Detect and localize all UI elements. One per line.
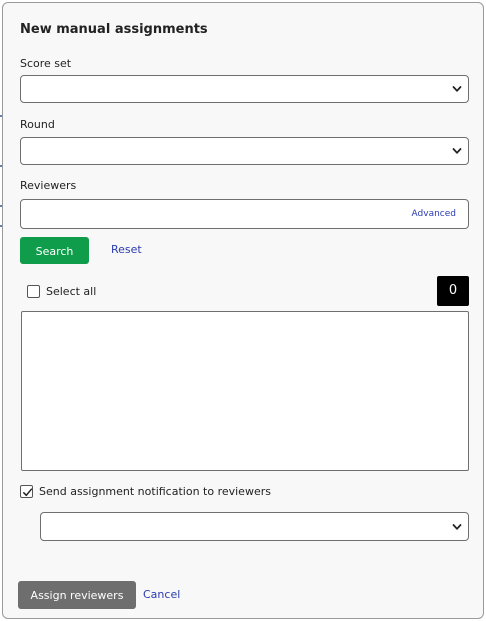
round-label: Round bbox=[20, 118, 55, 131]
send-notification-label: Send assignment notification to reviewer… bbox=[39, 485, 271, 498]
reviewers-input[interactable]: Advanced bbox=[20, 199, 469, 229]
select-all-label: Select all bbox=[46, 285, 97, 298]
manual-assignments-modal: New manual assignments Score set Round R… bbox=[2, 2, 484, 619]
score-set-select[interactable] bbox=[20, 75, 469, 103]
cancel-link[interactable]: Cancel bbox=[143, 588, 180, 602]
reviewer-list[interactable] bbox=[21, 311, 469, 471]
search-button[interactable]: Search bbox=[20, 237, 89, 264]
reset-link[interactable]: Reset bbox=[111, 243, 142, 257]
assign-reviewers-button[interactable]: Assign reviewers bbox=[18, 581, 136, 609]
advanced-search-link[interactable]: Advanced bbox=[412, 209, 456, 220]
send-notification-checkbox[interactable] bbox=[20, 485, 33, 498]
chevron-down-icon bbox=[452, 86, 462, 92]
reviewers-label: Reviewers bbox=[20, 179, 77, 192]
select-all-checkbox[interactable] bbox=[27, 285, 40, 298]
chevron-down-icon bbox=[452, 148, 462, 154]
page: New manual assignments Score set Round R… bbox=[0, 0, 486, 621]
score-set-label: Score set bbox=[20, 57, 72, 70]
selected-count-badge: 0 bbox=[437, 276, 469, 306]
checkmark-icon bbox=[23, 488, 33, 497]
round-select[interactable] bbox=[20, 137, 469, 165]
notification-template-select[interactable] bbox=[40, 512, 469, 541]
modal-title: New manual assignments bbox=[20, 22, 208, 37]
chevron-down-icon bbox=[452, 524, 462, 530]
